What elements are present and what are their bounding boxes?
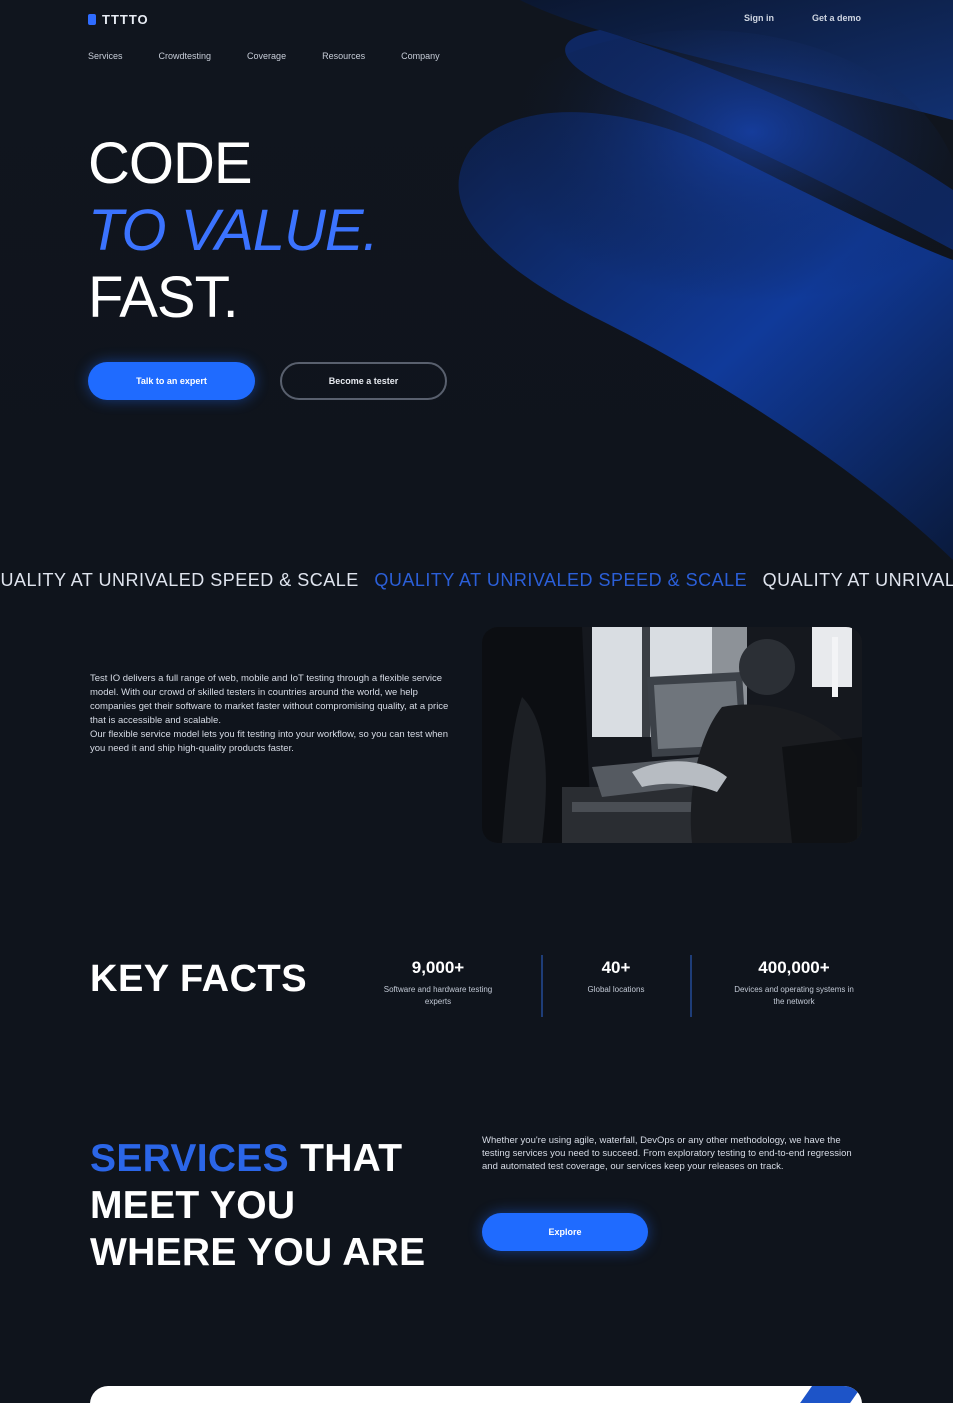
marquee-item: QUALITY AT UNRIVALED SPEED & SCALE	[0, 570, 359, 590]
marquee-item: QUALITY AT UNRIVALED SPEED & SCALE	[762, 570, 953, 590]
page: TTTTO Sign in Get a demo Services Crowdt…	[0, 0, 953, 1403]
fact-item: 40+ Global locations	[566, 958, 666, 996]
nav-item-crowdtesting[interactable]: Crowdtesting	[159, 51, 212, 61]
become-tester-button[interactable]: Become a tester	[280, 362, 447, 400]
get-demo-link[interactable]: Get a demo	[812, 13, 861, 23]
fact-item: 9,000+ Software and hardware testing exp…	[370, 958, 506, 1008]
fact-label: Software and hardware testing experts	[383, 985, 493, 1006]
person-at-laptop-photo	[482, 627, 862, 843]
key-facts-title: KEY FACTS	[90, 958, 308, 1000]
fact-value: 40+	[601, 958, 631, 977]
services-title-line-3: WHERE YOU ARE	[90, 1231, 426, 1274]
talk-to-expert-button[interactable]: Talk to an expert	[88, 362, 255, 400]
divider	[690, 955, 692, 1017]
logo-mark-icon	[88, 14, 96, 25]
fact-value: 400,000+	[758, 958, 830, 977]
marquee-item: QUALITY AT UNRIVALED SPEED & SCALE	[374, 570, 748, 590]
marquee-banner: QUALITY AT UNRIVALED SPEED & SCALE QUALI…	[0, 570, 953, 594]
services-description: Whether you're using agile, waterfall, D…	[482, 1135, 852, 1172]
services-title-highlight: SERVICES	[90, 1137, 289, 1180]
hero-line-1: CODE	[88, 131, 253, 196]
next-section-card	[90, 1386, 862, 1403]
services-title-rest: THAT	[288, 1137, 403, 1180]
hero-line-2: TO VALUE.	[88, 198, 379, 263]
hero-line-3: FAST.	[88, 265, 239, 330]
fact-item: 400,000+ Devices and operating systems i…	[728, 958, 860, 1008]
divider	[541, 955, 543, 1017]
fact-value: 9,000+	[411, 958, 465, 977]
sign-in-link[interactable]: Sign in	[744, 13, 774, 23]
about-paragraph-2: Our flexible service model lets you fit …	[90, 729, 448, 754]
nav-item-coverage[interactable]: Coverage	[247, 51, 286, 61]
about-photo	[482, 627, 862, 843]
logo-text: TTTTO	[102, 12, 149, 27]
hero-title: CODE TO VALUE. FAST.	[88, 130, 379, 331]
fact-label: Devices and operating systems in the net…	[734, 985, 854, 1006]
explore-services-button[interactable]: Explore	[482, 1213, 648, 1251]
nav-item-services[interactable]: Services	[88, 51, 123, 61]
nav-item-resources[interactable]: Resources	[322, 51, 365, 61]
services-title: SERVICES THAT MEET YOU WHERE YOU ARE	[90, 1135, 425, 1276]
services-title-line-2: MEET YOU	[90, 1184, 296, 1227]
card-accent	[783, 1386, 862, 1403]
header-links: Sign in Get a demo	[744, 13, 861, 23]
main-nav: Services Crowdtesting Coverage Resources…	[88, 51, 440, 61]
nav-item-company[interactable]: Company	[401, 51, 440, 61]
logo[interactable]: TTTTO	[88, 12, 149, 27]
fact-label: Global locations	[587, 985, 645, 994]
about-paragraph-1: Test IO delivers a full range of web, mo…	[90, 673, 449, 726]
about-text: Test IO delivers a full range of web, mo…	[90, 672, 450, 756]
